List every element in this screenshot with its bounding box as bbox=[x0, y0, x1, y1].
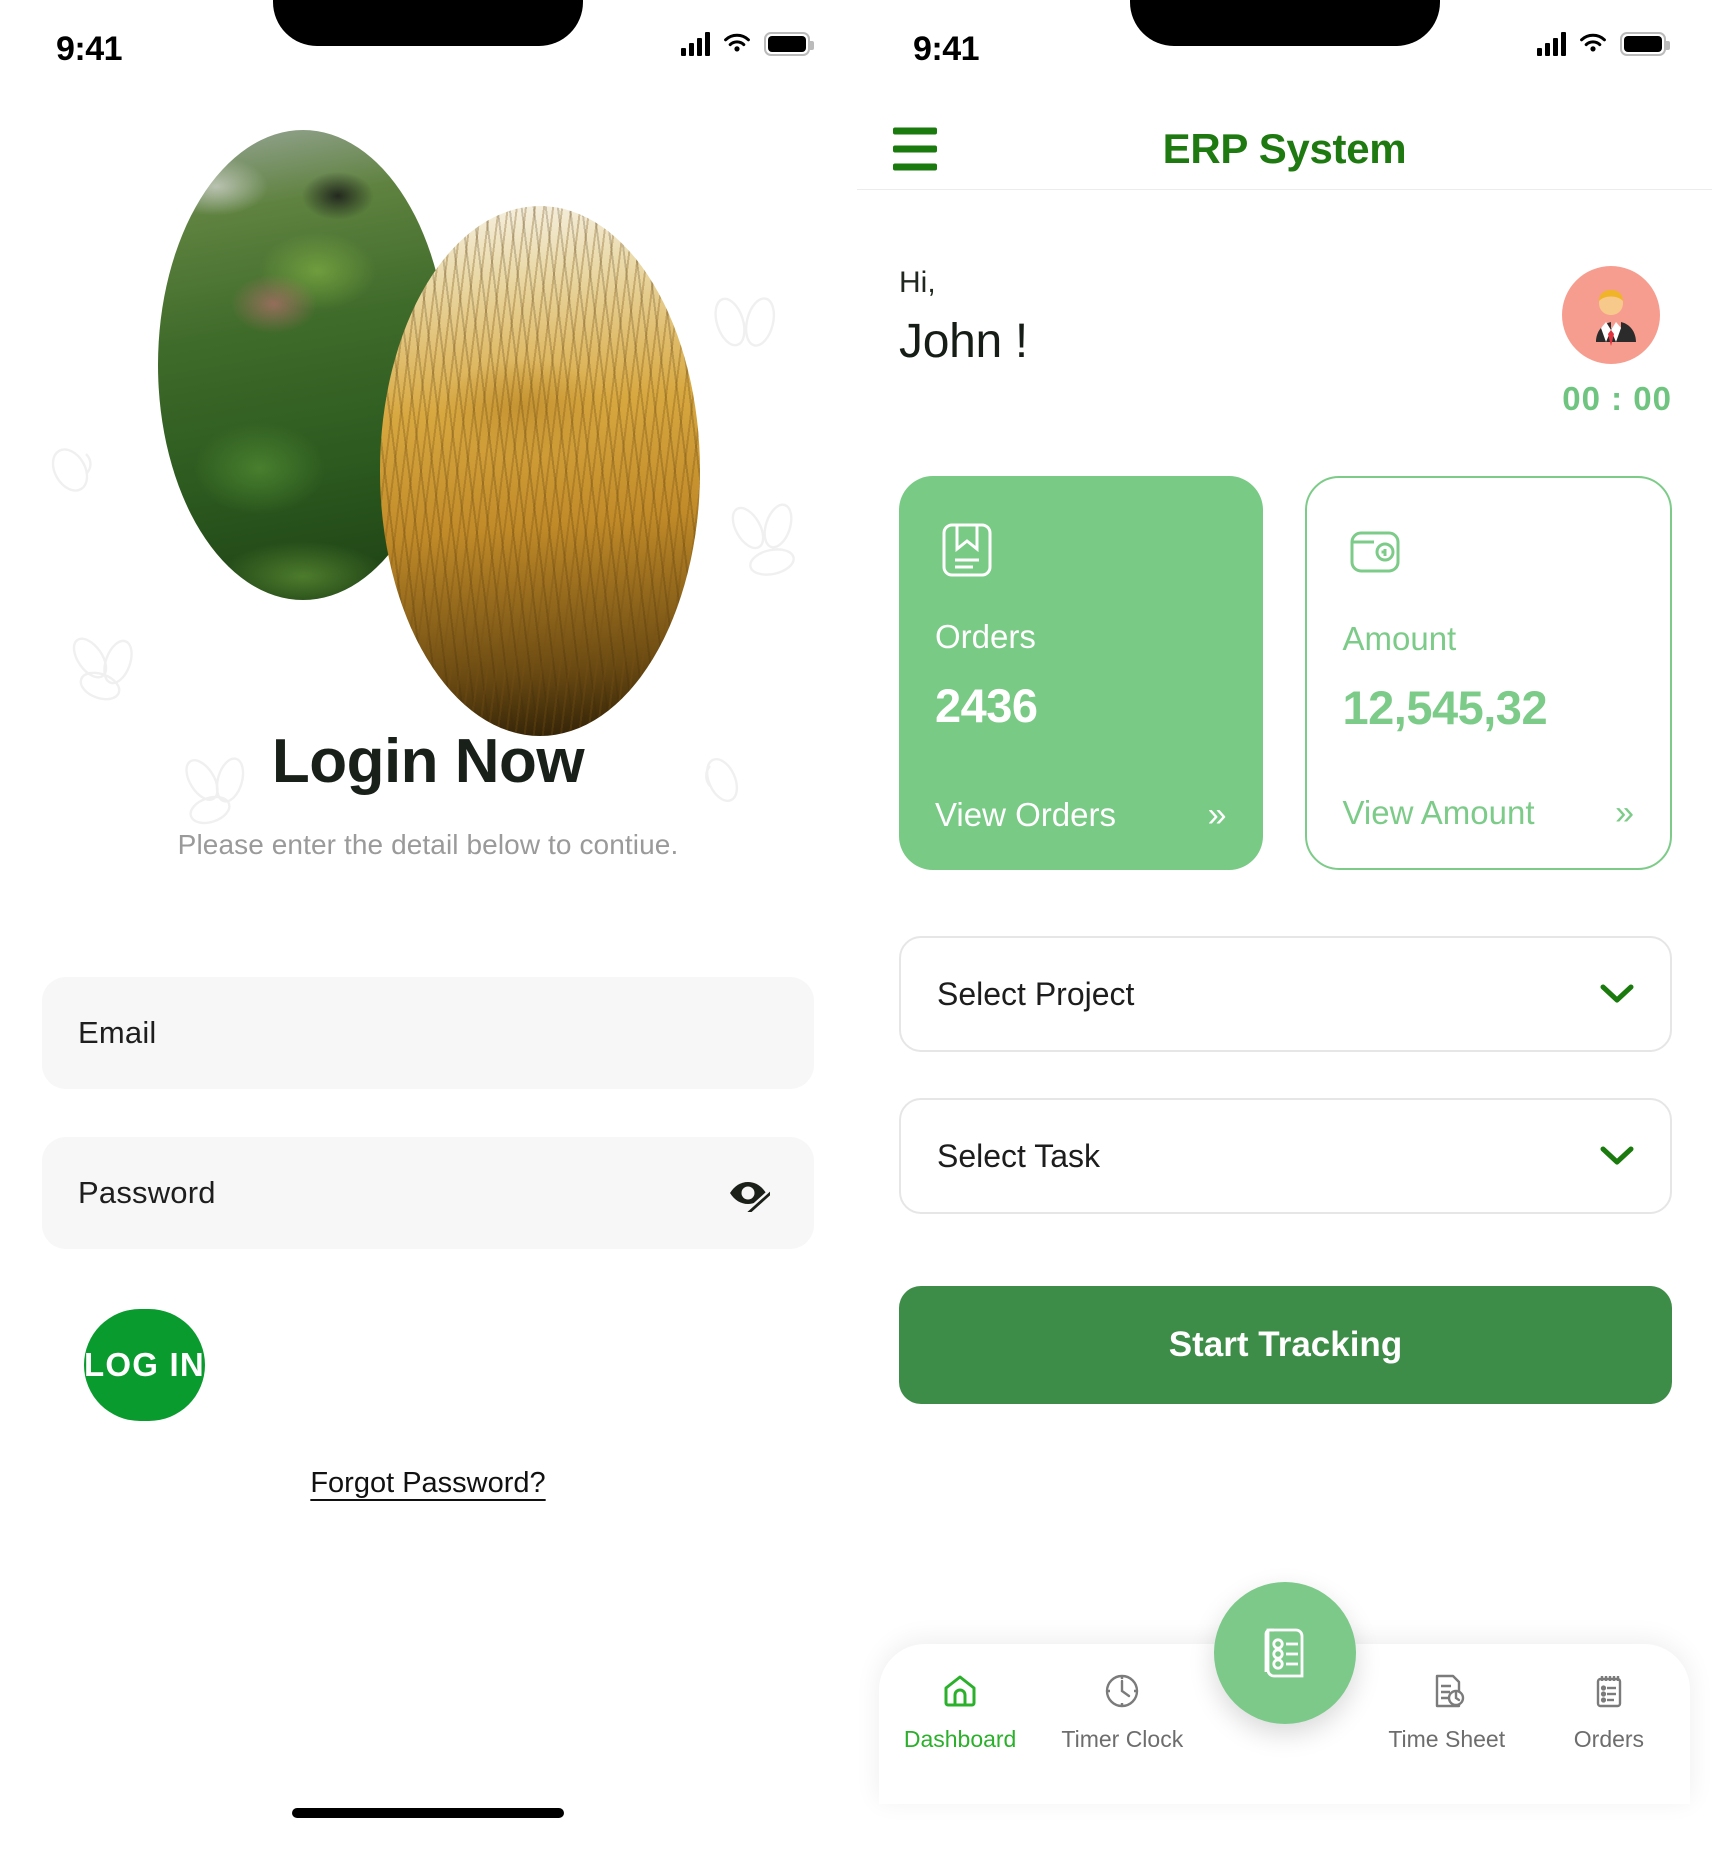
greeting-name: John ! bbox=[899, 315, 1028, 368]
amount-card[interactable]: Amount 12,545,32 View Amount » bbox=[1304, 476, 1672, 870]
avatar-timer-group: 00 : 00 bbox=[1562, 266, 1672, 418]
leaf-seed-outline-icon bbox=[172, 748, 272, 838]
wifi-icon bbox=[724, 33, 750, 52]
amount-card-action[interactable]: View Amount » bbox=[1343, 794, 1635, 832]
login-screen: 9:41 Login Now Please enter the detail b… bbox=[0, 0, 856, 1852]
login-button[interactable]: LOG IN bbox=[84, 1309, 205, 1421]
status-time: 9:41 bbox=[913, 30, 980, 68]
hamburger-menu-icon[interactable] bbox=[893, 127, 937, 170]
tab-dashboard[interactable]: Dashboard bbox=[879, 1670, 1041, 1753]
timer-display: 00 : 00 bbox=[1562, 380, 1672, 417]
email-field[interactable]: Email bbox=[42, 977, 814, 1089]
leaf-seed-outline-icon bbox=[720, 498, 820, 593]
status-icons bbox=[1537, 32, 1670, 56]
select-task-label: Select Task bbox=[937, 1137, 1101, 1174]
stat-cards: Orders 2436 View Orders » Amount 12,545,… bbox=[857, 418, 1712, 870]
select-project-dropdown[interactable]: Select Project bbox=[899, 936, 1672, 1052]
device-notch bbox=[273, 0, 583, 46]
double-chevron-right-icon: » bbox=[1615, 794, 1634, 832]
login-subtitle: Please enter the detail below to contiue… bbox=[177, 829, 679, 860]
book-bookmark-icon bbox=[935, 518, 1227, 596]
avatar[interactable] bbox=[1562, 266, 1661, 364]
tab-orders[interactable]: Orders bbox=[1528, 1670, 1690, 1753]
cellular-signal-icon bbox=[1537, 32, 1566, 56]
selection-group: Select Project Select Task bbox=[857, 870, 1712, 1214]
device-notch bbox=[1129, 0, 1440, 46]
app-title: ERP System bbox=[1162, 124, 1407, 172]
status-bar-login: 9:41 bbox=[0, 0, 856, 108]
tab-time-sheet[interactable]: Time Sheet bbox=[1366, 1670, 1528, 1753]
forgot-password-label: Forgot Password? bbox=[310, 1467, 546, 1499]
wallet-icon bbox=[1343, 520, 1635, 598]
chevron-down-icon bbox=[1600, 984, 1634, 1003]
notepad-icon bbox=[1596, 1676, 1622, 1708]
wifi-icon bbox=[1580, 33, 1606, 52]
forgot-password-link[interactable]: Forgot Password? bbox=[42, 1467, 814, 1500]
orders-card-action-label: View Orders bbox=[935, 796, 1116, 833]
bottom-navigation: Dashboard Timer Clock Time Sheet Orders bbox=[857, 1582, 1712, 1852]
dashboard-screen: 9:41 ERP System Hi, John ! 00: 00 Order… bbox=[856, 0, 1712, 1852]
amount-card-label: Amount bbox=[1342, 620, 1457, 657]
app-bar: ERP System bbox=[857, 108, 1712, 190]
double-chevron-right-icon: » bbox=[1207, 796, 1227, 834]
tab-time-sheet-label: Time Sheet bbox=[1388, 1726, 1506, 1752]
select-project-label: Select Project bbox=[937, 975, 1135, 1012]
login-form: Email Password LOG IN Forgot Password? bbox=[42, 977, 814, 1500]
tab-timer-clock-label: Timer Clock bbox=[1061, 1726, 1184, 1752]
leaf-seed-outline-icon bbox=[690, 748, 760, 818]
amount-card-action-label: View Amount bbox=[1342, 794, 1535, 831]
orders-card-label: Orders bbox=[935, 618, 1036, 655]
orders-card-value: 2436 bbox=[935, 679, 1038, 732]
battery-icon bbox=[764, 32, 814, 56]
battery-icon bbox=[1620, 32, 1670, 56]
leaf-seed-outline-icon bbox=[60, 628, 150, 708]
select-task-dropdown[interactable]: Select Task bbox=[899, 1098, 1672, 1214]
home-indicator bbox=[292, 1808, 564, 1818]
amount-card-value: 12,545,32 bbox=[1342, 681, 1548, 734]
eye-off-icon[interactable] bbox=[724, 1169, 772, 1217]
status-time: 9:41 bbox=[56, 30, 123, 68]
password-field[interactable]: Password bbox=[42, 1137, 814, 1249]
tab-timer-clock[interactable]: Timer Clock bbox=[1041, 1670, 1203, 1753]
timesheet-icon bbox=[1435, 1674, 1464, 1708]
clock-icon bbox=[1106, 1674, 1139, 1708]
user-avatar-businessman-icon bbox=[1596, 290, 1637, 346]
cellular-signal-icon bbox=[681, 32, 710, 56]
dual-phone-mockup: 9:41 Login Now Please enter the detail b… bbox=[0, 0, 1712, 1852]
status-bar-dashboard: 9:41 bbox=[857, 0, 1712, 108]
greeting-section: Hi, John ! 00 : 00 bbox=[857, 190, 1712, 418]
start-tracking-button[interactable]: Start Tracking bbox=[899, 1286, 1672, 1404]
greeting-hi: Hi, bbox=[899, 266, 936, 299]
orders-card[interactable]: Orders 2436 View Orders » bbox=[899, 476, 1263, 870]
orders-card-action[interactable]: View Orders » bbox=[935, 796, 1227, 834]
chevron-down-icon bbox=[1600, 1146, 1634, 1165]
email-placeholder: Email bbox=[78, 1015, 157, 1050]
greeting-text: Hi, John ! bbox=[899, 266, 1028, 369]
login-hero-illustration bbox=[0, 108, 856, 825]
tab-orders-label: Orders bbox=[1573, 1726, 1645, 1752]
tab-dashboard-label: Dashboard bbox=[903, 1726, 1017, 1752]
password-placeholder: Password bbox=[78, 1175, 216, 1210]
leaf-seed-outline-icon bbox=[40, 438, 110, 508]
checklist-fab-button[interactable] bbox=[1213, 1582, 1356, 1724]
home-icon bbox=[944, 1675, 976, 1707]
status-icons bbox=[681, 32, 814, 56]
leaf-seed-outline-icon bbox=[700, 288, 790, 368]
hero-image-wheat bbox=[380, 206, 700, 736]
checklist-document-icon bbox=[1264, 1628, 1303, 1678]
